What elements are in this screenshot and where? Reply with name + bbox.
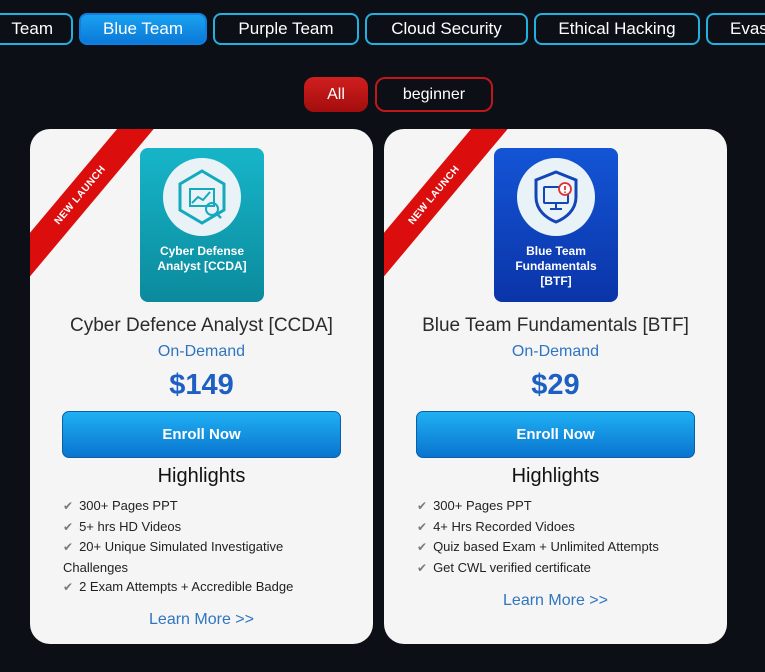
- check-icon: ✔: [417, 519, 428, 534]
- check-icon: ✔: [417, 560, 428, 575]
- check-icon: ✔: [63, 580, 74, 594]
- tab-label: Ethical Hacking: [558, 19, 676, 38]
- tab-red-team[interactable]: Team: [0, 13, 73, 45]
- course-logo: Cyber Defense Analyst [CCDA]: [140, 148, 264, 302]
- logo-text: Cyber Defense Analyst [CCDA]: [157, 244, 247, 273]
- check-icon: ✔: [417, 540, 428, 554]
- course-price: $29: [531, 369, 580, 401]
- list-item: ✔ 300+ Pages PPT: [417, 498, 532, 513]
- list-item: ✔ 300+ Pages PPT: [63, 498, 178, 513]
- tab-label: Purple Team: [238, 19, 334, 38]
- course-logo: Blue Team Fundamentals [BTF]: [494, 148, 618, 302]
- check-icon: ✔: [63, 499, 74, 513]
- tab-label: Cloud Security: [391, 19, 502, 38]
- delivery-mode: On-Demand: [511, 343, 600, 360]
- highlights-heading: Highlights: [511, 465, 600, 487]
- shield-monitor-icon: [517, 158, 595, 236]
- analytics-hexagon-icon: [163, 158, 241, 236]
- course-card-ccda: NEW LAUNCH Cyber Defense Analyst [CCDA] …: [30, 129, 373, 644]
- check-icon: ✔: [63, 519, 74, 534]
- filter-all-button[interactable]: All: [304, 77, 368, 112]
- list-item: ✔ 5+ hrs HD Videos: [63, 518, 182, 534]
- filter-label: beginner: [402, 85, 466, 103]
- course-card-btf: NEW LAUNCH Blue Team Fundamentals [BTF] …: [384, 129, 727, 644]
- tab-blue-team[interactable]: Blue Team: [79, 13, 207, 45]
- tab-label: Team: [11, 19, 53, 38]
- highlights-list: ✔ 300+ Pages PPT ✔ 4+ Hrs Recorded Vidoes …: [417, 496, 692, 578]
- list-item: ✔ 20+ Unique Simulated Investigative Chal…: [63, 539, 284, 575]
- highlights-list: ✔ 300+ Pages PPT ✔ 5+ hrs HD Videos ✔ 20+ U…: [63, 496, 338, 598]
- delivery-mode: On-Demand: [157, 343, 246, 360]
- course-title: Blue Team Fundamentals [BTF]: [422, 315, 689, 336]
- tab-label: Blue Team: [102, 19, 183, 38]
- tab-purple-team[interactable]: Purple Team: [213, 13, 359, 45]
- course-title: Cyber Defence Analyst [CCDA]: [70, 315, 333, 336]
- tab-ethical-hacking[interactable]: Ethical Hacking: [534, 13, 700, 45]
- enroll-now-button[interactable]: Enroll Now: [416, 411, 695, 458]
- tab-label: Evas: [730, 19, 765, 38]
- list-item: ✔ 4+ Hrs Recorded Vidoes: [417, 518, 575, 534]
- enroll-now-button[interactable]: Enroll Now: [62, 411, 341, 458]
- list-item: ✔ Get CWL verified certificate: [417, 559, 591, 575]
- check-icon: ✔: [63, 540, 74, 554]
- tab-cloud-security[interactable]: Cloud Security: [365, 13, 528, 45]
- category-tabs: Team Blue Team Purple Team Cloud Securit…: [0, 13, 765, 49]
- course-price: $149: [169, 369, 234, 401]
- filter-beginner-button[interactable]: beginner: [375, 77, 493, 112]
- logo-text: Blue Team Fundamentals [BTF]: [515, 244, 597, 288]
- learn-more-link[interactable]: Learn More >>: [384, 592, 727, 610]
- tab-evasion[interactable]: Evas: [706, 13, 765, 45]
- filter-label: All: [327, 85, 345, 103]
- list-item: ✔ 2 Exam Attempts + Accredible Badge: [63, 579, 294, 594]
- list-item: ✔ Quiz based Exam + Unlimited Attempts: [417, 539, 659, 554]
- check-icon: ✔: [417, 499, 428, 513]
- learn-more-link[interactable]: Learn More >>: [30, 611, 373, 629]
- highlights-heading: Highlights: [157, 465, 246, 487]
